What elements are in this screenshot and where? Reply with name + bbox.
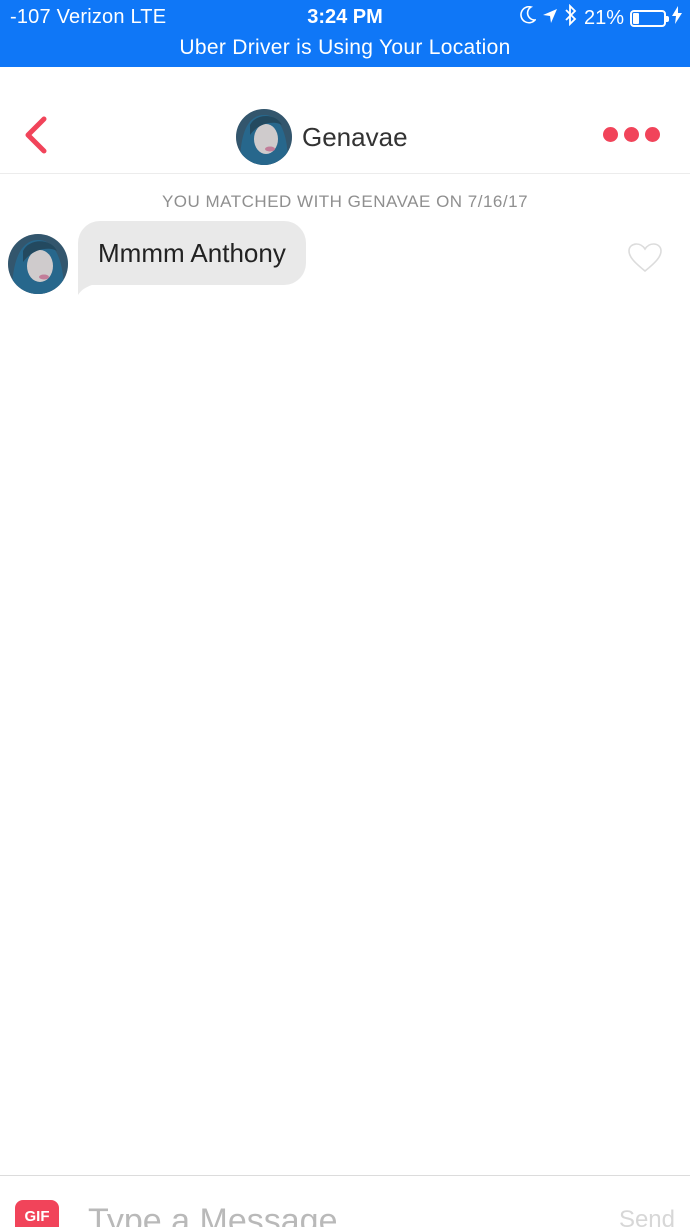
message-bubble[interactable]: Mmmm Anthony xyxy=(78,221,306,285)
battery-icon xyxy=(630,9,669,27)
battery-level xyxy=(633,12,639,24)
chat-header: Genavae xyxy=(0,67,690,174)
contact-name[interactable]: Genavae xyxy=(302,122,408,153)
status-bar: -107 Verizon LTE 3:24 PM 21% Uber Driver… xyxy=(0,0,690,67)
bluetooth-icon xyxy=(564,3,578,32)
gif-button[interactable]: GIF xyxy=(15,1200,59,1227)
back-button[interactable] xyxy=(18,115,54,155)
chevron-left-icon xyxy=(25,116,47,154)
more-dots-icon xyxy=(645,127,660,142)
battery-tip xyxy=(666,15,669,22)
message-composer: GIF Send xyxy=(0,1175,690,1227)
message-input[interactable] xyxy=(88,1196,588,1227)
location-banner[interactable]: Uber Driver is Using Your Location xyxy=(0,36,690,60)
more-dots-icon xyxy=(603,127,618,142)
like-message-button[interactable] xyxy=(627,242,663,274)
moon-icon xyxy=(520,5,537,30)
more-options-button[interactable] xyxy=(603,127,660,143)
status-row: -107 Verizon LTE 3:24 PM 21% xyxy=(0,3,690,32)
charging-bolt-icon xyxy=(672,6,682,30)
heart-icon xyxy=(628,243,662,273)
location-arrow-icon xyxy=(542,7,558,30)
message-list[interactable]: YOU MATCHED WITH GENAVAE ON 7/16/17 Mmmm… xyxy=(0,175,690,1175)
status-icons: 21% xyxy=(520,3,682,32)
battery-percent: 21% xyxy=(583,6,624,29)
match-date-note: YOU MATCHED WITH GENAVAE ON 7/16/17 xyxy=(161,192,529,211)
contact-avatar[interactable] xyxy=(236,109,292,165)
chat-screen: -107 Verizon LTE 3:24 PM 21% Uber Driver… xyxy=(0,0,690,1227)
message-sender-avatar[interactable] xyxy=(8,234,68,294)
send-button[interactable]: Send xyxy=(619,1206,675,1227)
more-dots-icon xyxy=(624,127,639,142)
